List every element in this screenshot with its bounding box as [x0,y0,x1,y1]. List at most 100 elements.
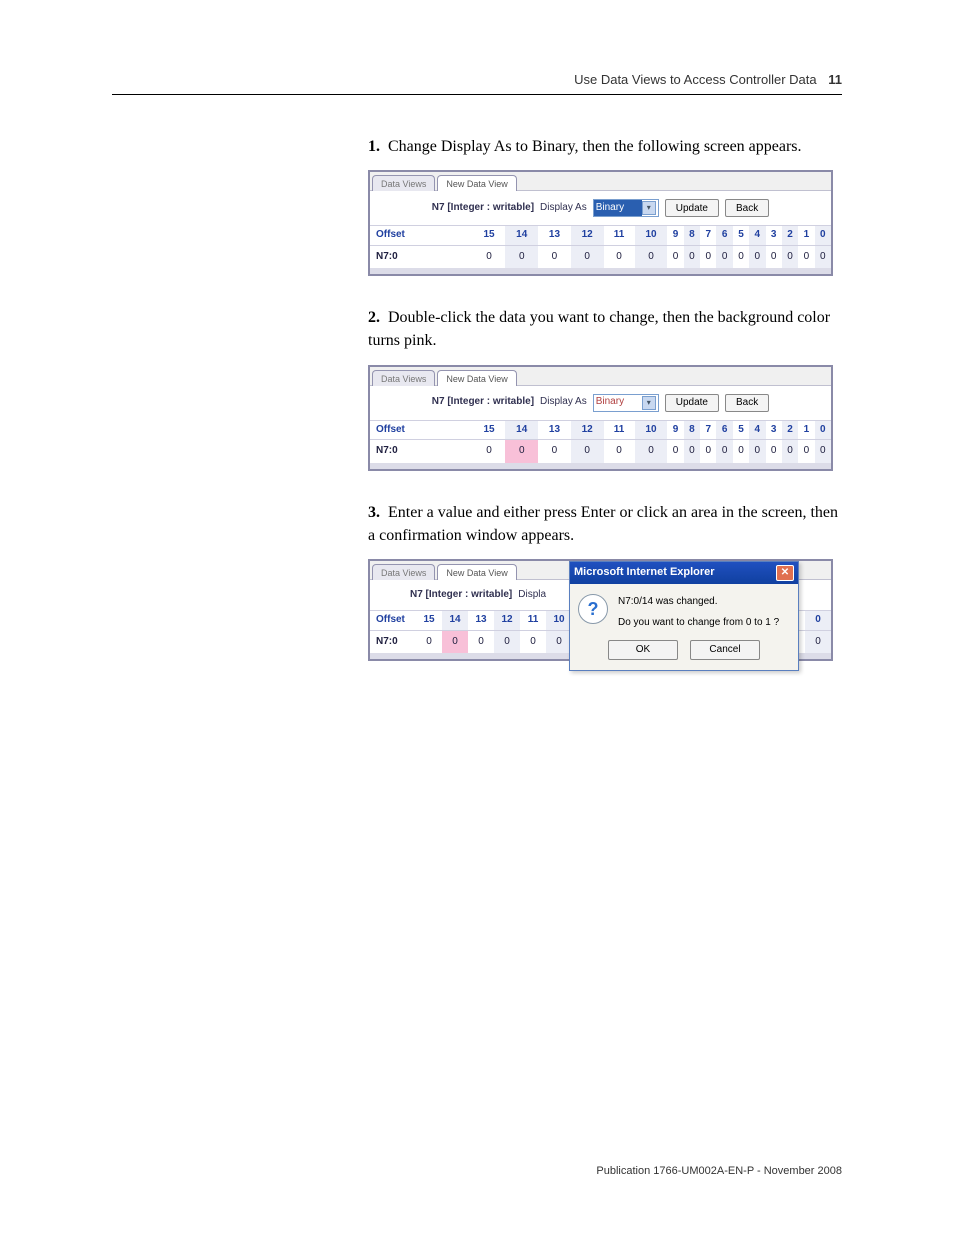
select-value: Binary [596,201,624,216]
col-14: 14 [505,226,538,246]
col-3: 3 [766,226,782,246]
cell[interactable]: 0 [766,245,782,268]
offset-header: Offset [370,611,416,631]
cell[interactable]: 0 [571,440,604,463]
chevron-down-icon: ▾ [642,201,656,215]
back-button[interactable]: Back [725,199,769,217]
offset-header: Offset [370,226,473,246]
step-2-text: Double-click the data you want to change… [368,309,830,349]
cell[interactable]: 0 [494,630,520,653]
display-as-label: Display As [540,201,587,216]
tab-new-data-view[interactable]: New Data View [437,564,516,580]
cell[interactable]: 0 [684,440,700,463]
cell[interactable]: 0 [635,245,668,268]
row-label: N7:0 [370,630,416,653]
question-icon: ? [578,594,608,624]
col-4: 4 [749,420,765,440]
cell[interactable]: 0 [520,630,546,653]
bottom-stripe [370,268,831,274]
col-9: 9 [667,226,683,246]
cell[interactable]: 0 [604,245,635,268]
tabs-row: Data Views New Data View [370,367,831,386]
update-button[interactable]: Update [665,394,719,412]
cell[interactable]: 0 [571,245,604,268]
cell[interactable]: 0 [716,245,732,268]
step-1: 1. Change Display As to Binary, then the… [368,135,842,158]
cell[interactable]: 0 [782,245,798,268]
cell[interactable]: 0 [798,440,814,463]
cell[interactable]: 0 [700,440,716,463]
cell[interactable]: 0 [416,630,442,653]
col-13: 13 [468,611,494,631]
data-row: N7:0 0 0 0 0 0 0 0 0 0 0 0 0 0 0 0 0 [370,245,831,268]
cell[interactable]: 0 [667,245,683,268]
tab-data-views[interactable]: Data Views [372,564,435,580]
col-0: 0 [805,611,831,631]
display-as-select[interactable]: Binary ▾ [593,394,659,412]
cell[interactable]: 0 [473,245,506,268]
chevron-down-icon: ▾ [642,396,656,410]
col-9: 9 [667,420,683,440]
tab-new-data-view[interactable]: New Data View [437,175,516,191]
dialog-buttons: OK Cancel [570,636,798,670]
update-button[interactable]: Update [665,199,719,217]
display-as-label-trunc: Displa [518,588,546,603]
page-header: Use Data Views to Access Controller Data… [574,72,842,87]
back-button[interactable]: Back [725,394,769,412]
data-grid: Offset 15 14 13 12 11 10 9 8 7 6 5 4 3 2… [370,420,831,463]
tabs-row: Data Views New Data View [370,172,831,191]
cell[interactable]: 0 [733,245,749,268]
data-label: N7 [Integer : writable] [432,395,534,410]
cell[interactable]: 0 [815,245,831,268]
cell[interactable]: 0 [684,245,700,268]
cell[interactable]: 0 [798,245,814,268]
footer-publication: Publication 1766-UM002A-EN-P - November … [596,1165,842,1177]
cell[interactable]: 0 [716,440,732,463]
dialog-line2: Do you want to change from 0 to 1 ? [618,615,779,630]
col-10: 10 [635,226,668,246]
cell[interactable]: 0 [700,245,716,268]
cell[interactable]: 0 [505,245,538,268]
cell[interactable]: 0 [733,440,749,463]
col-7: 7 [700,226,716,246]
row-label: N7:0 [370,440,473,463]
cell[interactable]: 0 [538,245,571,268]
cell[interactable]: 0 [604,440,635,463]
cell-editing[interactable]: 0 [505,440,538,463]
cell[interactable]: 0 [749,440,765,463]
cell[interactable]: 0 [468,630,494,653]
tab-data-views[interactable]: Data Views [372,370,435,386]
cell[interactable]: 0 [538,440,571,463]
cell[interactable]: 0 [766,440,782,463]
col-5: 5 [733,226,749,246]
tab-new-data-view[interactable]: New Data View [437,370,516,386]
cell[interactable]: 0 [815,440,831,463]
close-icon[interactable]: ✕ [776,565,794,581]
cell[interactable]: 0 [667,440,683,463]
col-11: 11 [604,420,635,440]
data-label: N7 [Integer : writable] [432,201,534,216]
display-as-label: Display As [540,395,587,410]
step-1-text: Change Display As to Binary, then the fo… [388,138,802,155]
ok-button[interactable]: OK [608,640,678,660]
cell[interactable]: 0 [749,245,765,268]
tab-data-views[interactable]: Data Views [372,175,435,191]
screenshot-1: Data Views New Data View N7 [Integer : w… [368,170,833,276]
cell[interactable]: 0 [473,440,506,463]
cell[interactable]: 0 [805,630,831,653]
col-5: 5 [733,420,749,440]
cell[interactable]: 0 [635,440,668,463]
cancel-button[interactable]: Cancel [690,640,760,660]
col-12: 12 [571,420,604,440]
data-row: N7:0 0 0 0 0 0 0 0 0 0 0 0 0 0 0 0 0 [370,440,831,463]
bottom-stripe [370,463,831,469]
data-grid: Offset 15 14 13 12 11 10 9 8 7 6 5 4 3 2… [370,225,831,268]
col-0: 0 [815,420,831,440]
step-2: 2. Double-click the data you want to cha… [368,306,842,352]
col-10: 10 [635,420,668,440]
display-as-select[interactable]: Binary ▾ [593,199,659,217]
cell-editing[interactable]: 0 [442,630,468,653]
cell[interactable]: 0 [782,440,798,463]
col-7: 7 [700,420,716,440]
col-1: 1 [798,420,814,440]
